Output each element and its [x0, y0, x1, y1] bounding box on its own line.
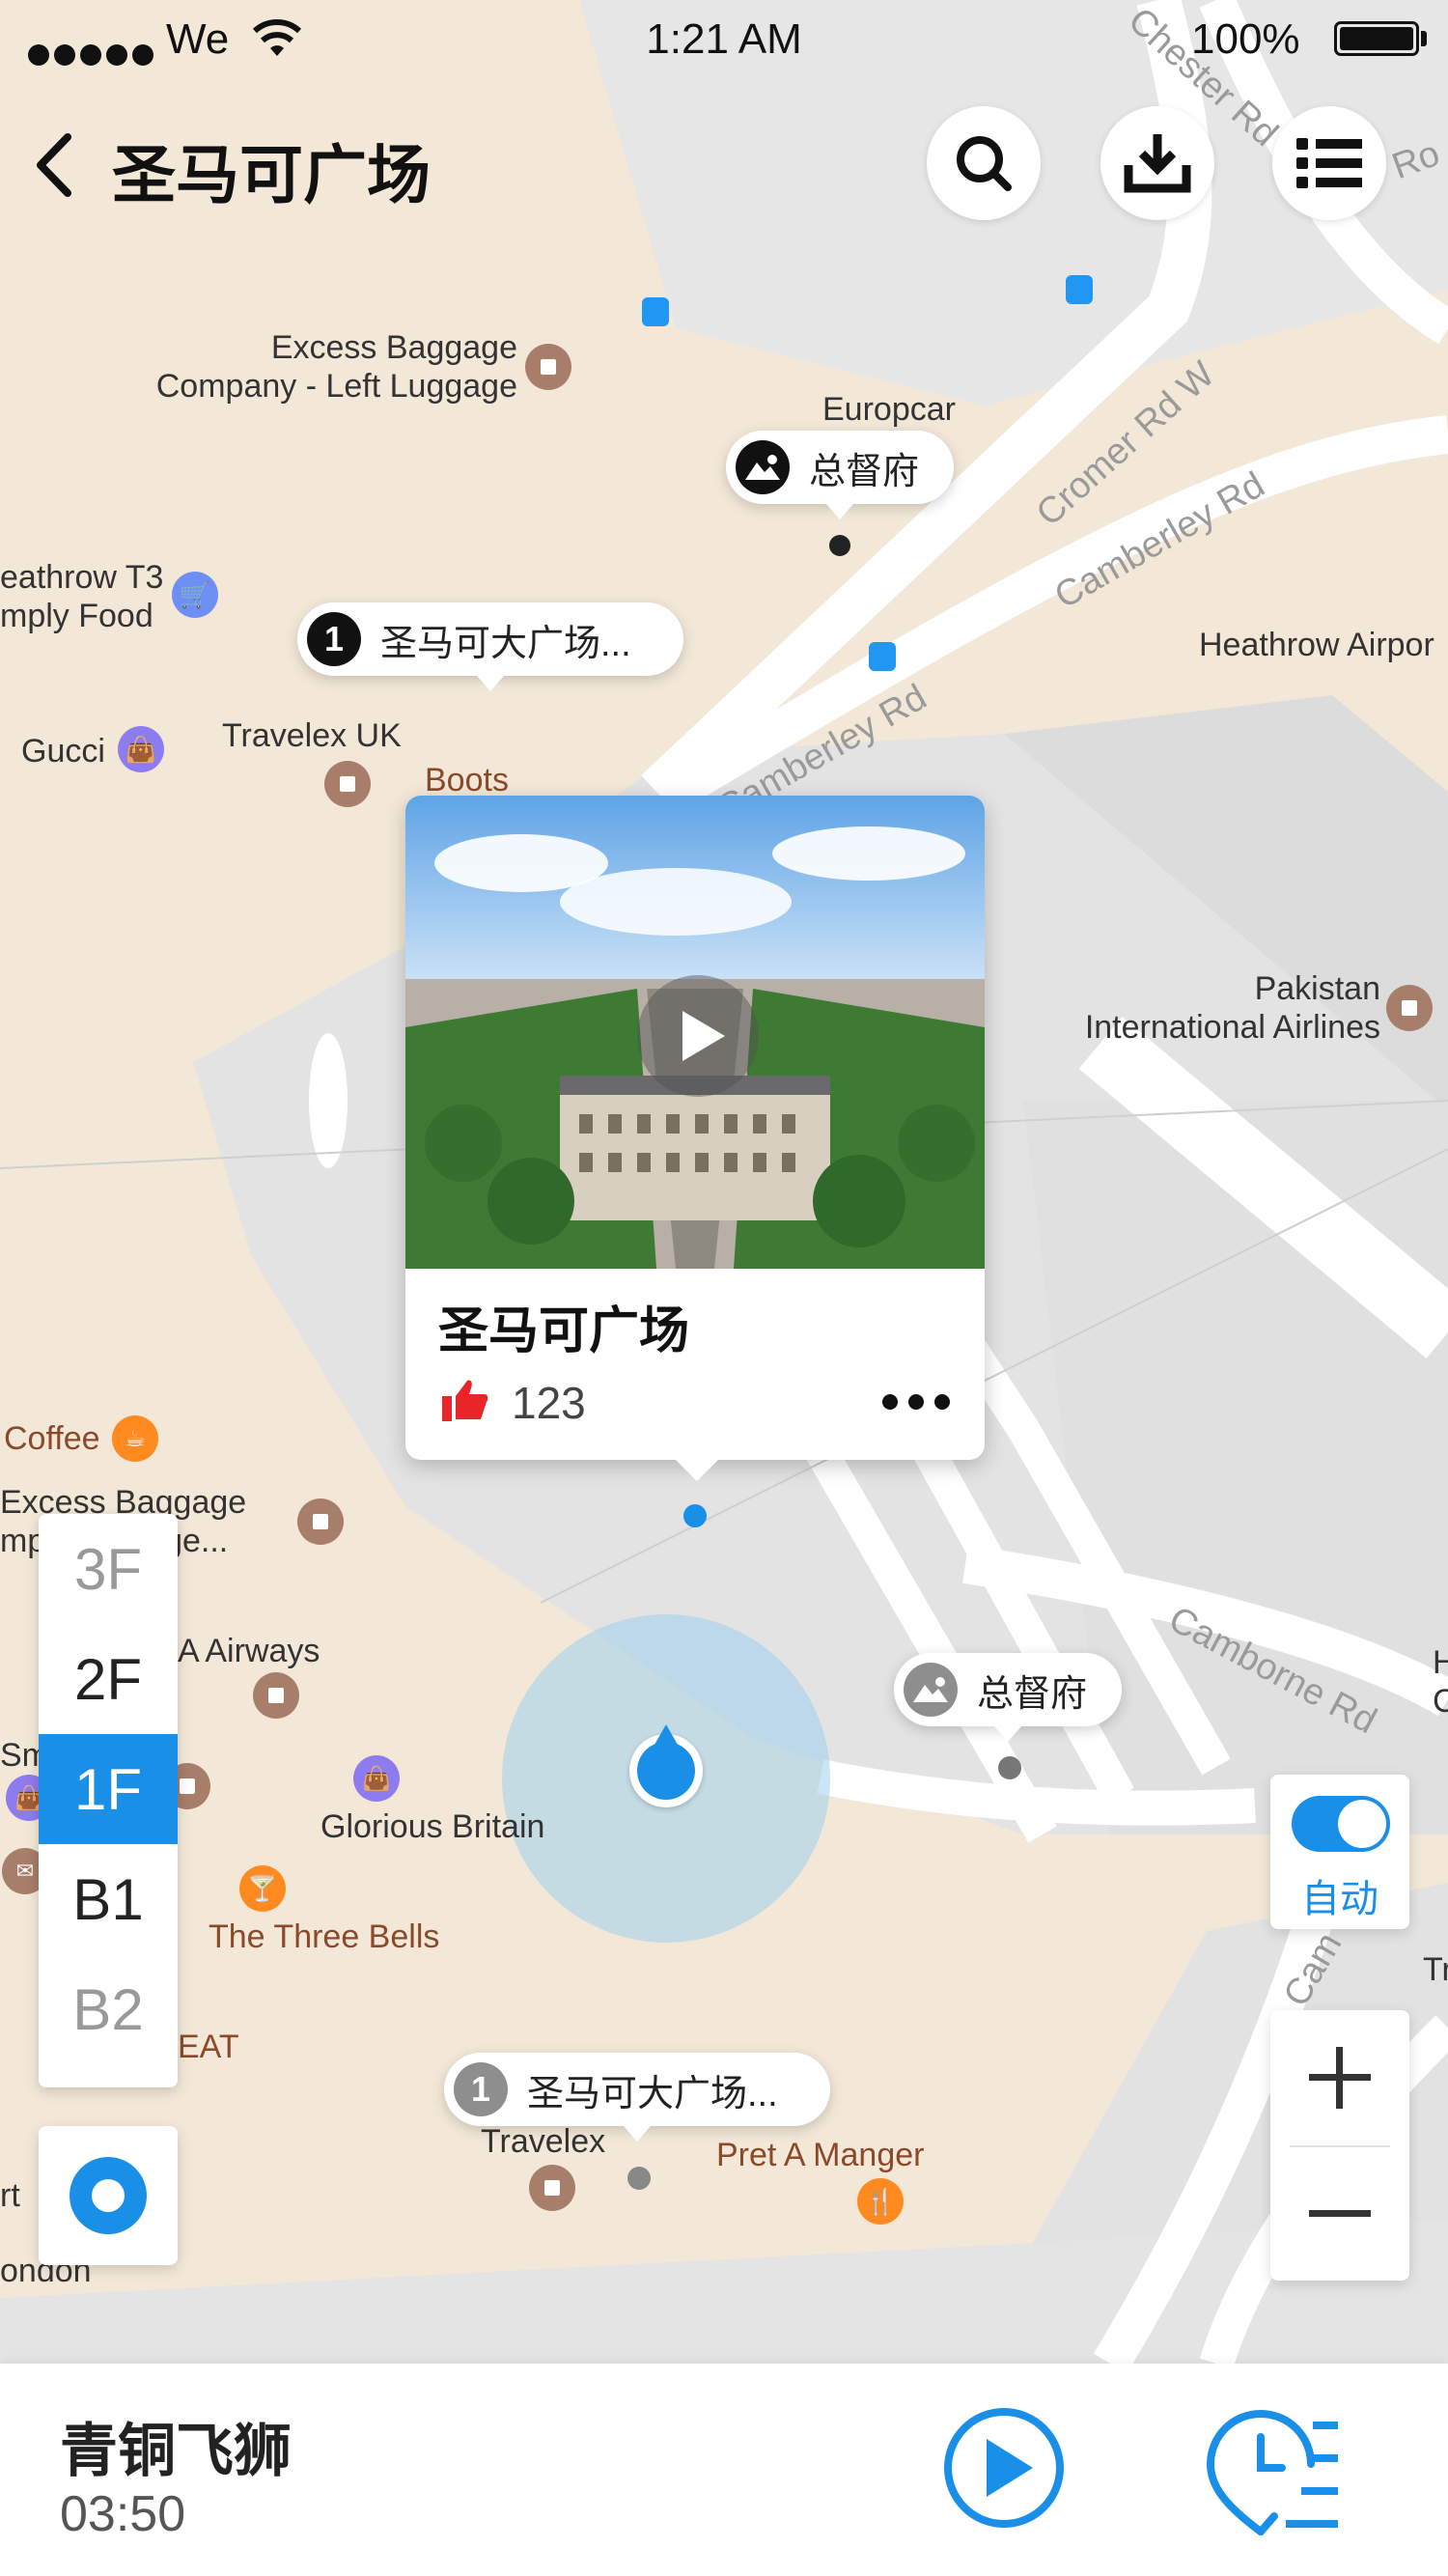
plus-icon: [1309, 2047, 1371, 2109]
label-pret-a-manger: Pret A Manger: [716, 2137, 925, 2173]
marker-governor-bottom[interactable]: 总督府: [894, 1653, 1122, 1742]
marker-stop-1-inactive-label: 圣马可大广场...: [527, 2073, 778, 2114]
zoom-control[interactable]: [1270, 2010, 1409, 2281]
label-heathrow-t3: eathrow T3 mply Food: [0, 559, 164, 634]
shopping-bag-icon-3[interactable]: 👜: [353, 1755, 400, 1802]
shopping-bag-icon[interactable]: 👜: [118, 726, 164, 772]
poi-travelex-icon[interactable]: [529, 2165, 575, 2211]
auto-toggle-label: 自动: [1301, 1878, 1378, 1920]
marker-stop-1-active-label: 圣马可大广场...: [380, 623, 631, 664]
poi-excess-baggage-icon[interactable]: [525, 344, 571, 390]
battery-tip: [1421, 31, 1427, 46]
list-icon: [1296, 138, 1362, 188]
label-pakistan-airlines: Pakistan International Airlines: [1084, 970, 1380, 1046]
restaurant-icon[interactable]: 🍴: [857, 2178, 904, 2225]
shopping-cart-icon[interactable]: 🛒: [172, 572, 218, 618]
minus-icon: [1309, 2210, 1371, 2217]
label-boots: Boots: [425, 762, 509, 798]
playlist-clock-icon: [1206, 2410, 1338, 2535]
floor-b1[interactable]: B1: [39, 1844, 178, 1954]
floor-b2[interactable]: B2: [39, 1954, 178, 2064]
locate-me-button[interactable]: [39, 2126, 178, 2265]
more-options-icon[interactable]: [882, 1394, 950, 1414]
label-europcar: Europcar: [822, 391, 956, 428]
track-duration: 03:50: [60, 2486, 186, 2542]
play-video-icon[interactable]: [637, 975, 759, 1097]
poi-airways-icon[interactable]: [253, 1672, 299, 1719]
label-excess-baggage-top: Excess Baggage Company - Left Luggage: [155, 329, 517, 405]
label-glorious-britain: Glorious Britain: [320, 1808, 545, 1845]
floor-3f[interactable]: 3F: [39, 1514, 178, 1624]
poi-excess-baggage-mid-icon[interactable]: [297, 1498, 344, 1545]
playlist-timer-button[interactable]: [1205, 2408, 1340, 2548]
stop-number: 1: [307, 612, 361, 666]
marker-governor-top[interactable]: 总督府: [726, 431, 954, 519]
label-tr: Tr: [1423, 1951, 1448, 1988]
auto-toggle-panel[interactable]: 自动: [1270, 1775, 1409, 1929]
app-root: Excess Baggage Company - Left Luggage Eu…: [0, 0, 1448, 2576]
landscape-icon: [736, 440, 790, 494]
cocktail-icon[interactable]: 🍸: [239, 1865, 286, 1912]
search-icon: [957, 136, 1012, 191]
back-arrow-icon[interactable]: [29, 131, 77, 204]
search-button[interactable]: [927, 106, 1041, 220]
label-eat: EAT: [178, 2029, 239, 2065]
play-icon: [987, 2439, 1033, 2497]
track-title: 青铜飞狮: [60, 2419, 292, 2483]
stop-number: 1: [454, 2062, 508, 2116]
marker-stop-1-active[interactable]: 1 圣马可大广场...: [297, 602, 683, 691]
floor-1f[interactable]: 1F: [39, 1734, 178, 1844]
poi-travelex-uk-icon[interactable]: [324, 761, 371, 807]
label-gucci: Gucci: [21, 733, 105, 770]
poi-photo[interactable]: [405, 796, 985, 1269]
page-title: 圣马可广场: [112, 139, 431, 210]
battery-percent: 100%: [1191, 15, 1300, 63]
audio-player-bar: 青铜飞狮 03:50: [0, 2364, 1448, 2576]
status-bar: We 1:21 AM 100%: [0, 0, 1448, 77]
label-rt: rt: [0, 2177, 20, 2214]
like-count: 123: [512, 1378, 586, 1428]
label-airways: A Airways: [178, 1633, 320, 1669]
label-travelex-uk: Travelex UK: [222, 717, 402, 754]
locate-icon: [70, 2157, 147, 2234]
auto-toggle-switch[interactable]: [1292, 1796, 1390, 1852]
list-button[interactable]: [1272, 106, 1386, 220]
zoom-in-button[interactable]: [1270, 2010, 1409, 2145]
poi-pakistan-icon[interactable]: [1386, 985, 1433, 1031]
poi-card[interactable]: 圣马可广场 123: [405, 796, 985, 1481]
floor-selector[interactable]: 3F 2F 1F B1 B2: [39, 1514, 178, 2087]
heading-arrow-icon: [651, 1724, 682, 1751]
download-icon: [1124, 134, 1191, 193]
download-button[interactable]: [1100, 106, 1214, 220]
floor-2f[interactable]: 2F: [39, 1624, 178, 1734]
poi-card-title: 圣马可广场: [438, 1303, 690, 1359]
label-three-bells: The Three Bells: [209, 1918, 440, 1955]
coffee-cup-icon[interactable]: ☕: [112, 1415, 158, 1462]
marker-governor-top-label: 总督府: [809, 451, 920, 492]
thumbs-up-icon[interactable]: [442, 1379, 488, 1426]
label-heathrow-airport: Heathrow Airpor: [1199, 627, 1434, 663]
marker-governor-bottom-label: 总督府: [977, 1673, 1088, 1715]
label-travelex: Travelex: [481, 2123, 606, 2160]
label-h-c: H C: [1433, 1644, 1448, 1720]
zoom-out-button[interactable]: [1270, 2147, 1409, 2281]
battery-icon: [1334, 21, 1419, 56]
landscape-icon: [904, 1663, 958, 1717]
play-button[interactable]: [944, 2408, 1064, 2528]
marker-stop-1-inactive[interactable]: 1 圣马可大广场...: [444, 2053, 830, 2142]
label-coffee: Coffee: [4, 1420, 100, 1457]
